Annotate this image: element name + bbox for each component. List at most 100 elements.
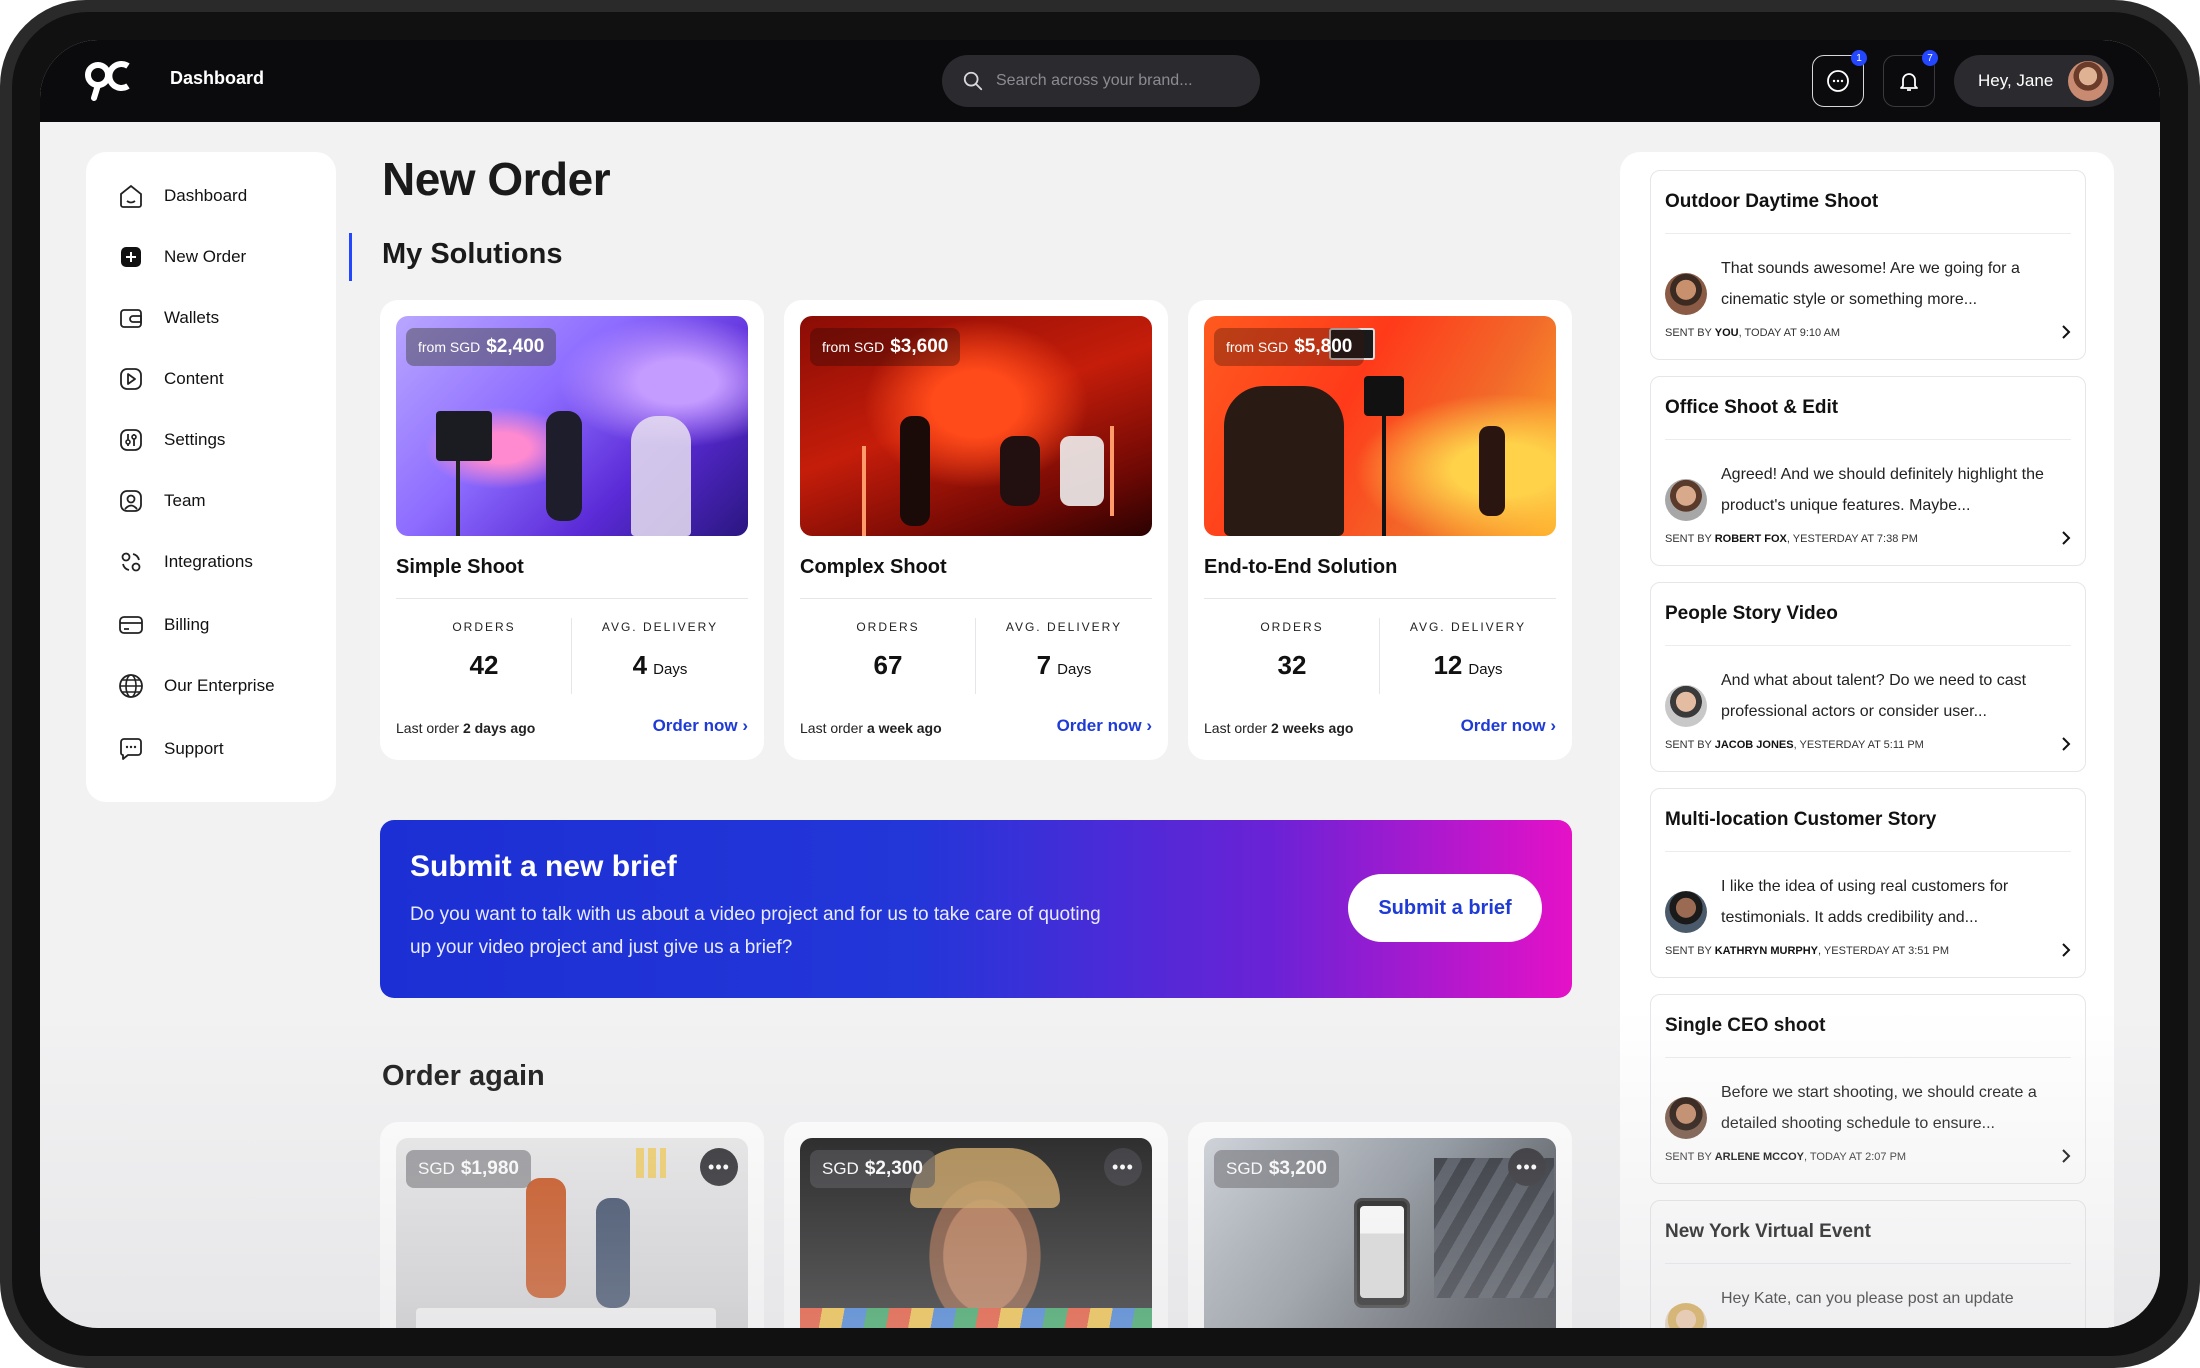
- sidebar-item-support[interactable]: Support: [116, 731, 326, 767]
- sidebar-item-new-order[interactable]: New Order: [116, 233, 352, 281]
- divider: [1204, 598, 1556, 599]
- delivery-stat: AVG. DELIVERY 4 Days: [572, 620, 748, 681]
- chat-icon: [1827, 70, 1849, 92]
- search-bar[interactable]: [942, 55, 1260, 107]
- message-thread[interactable]: Single CEO shoot Before we start shootin…: [1650, 994, 2086, 1184]
- price-tag: from SGD $3,600: [810, 328, 961, 366]
- avatar: [1665, 479, 1707, 521]
- price-value: $2,300: [864, 1158, 923, 1179]
- order-again-photo: SGD $3,200 •••: [1204, 1138, 1556, 1328]
- thread-preview: I like the idea of using real customers …: [1721, 878, 2009, 926]
- order-now-link[interactable]: Order now ›: [653, 716, 748, 736]
- message-thread[interactable]: New York Virtual Event Hey Kate, can you…: [1650, 1200, 2086, 1328]
- sidebar-item-label: Content: [164, 369, 224, 388]
- sidebar-item-team[interactable]: Team: [116, 483, 326, 519]
- order-now-link[interactable]: Order now ›: [1057, 716, 1152, 736]
- orders-label: ORDERS: [856, 620, 920, 634]
- top-bar: Dashboard 1 7 Hey, Jane: [40, 40, 2160, 122]
- message-thread[interactable]: People Story Video And what about talent…: [1650, 582, 2086, 772]
- order-again-photo: SGD $2,300 •••: [800, 1138, 1152, 1328]
- chevron-right-icon[interactable]: [2057, 323, 2075, 341]
- banner-title: Submit a new brief: [410, 850, 677, 883]
- banner-description: Do you want to talk with us about a vide…: [410, 904, 1101, 958]
- sent-time: , TODAY AT 9:10 AM: [1738, 327, 1841, 339]
- price-value: $3,600: [890, 336, 949, 357]
- sender-name: KATHRYN MURPHY: [1714, 945, 1819, 957]
- price-prefix: from SGD: [1226, 339, 1289, 355]
- solution-card-simple-shoot[interactable]: from SGD $2,400 Simple Shoot ORDERS 42 A…: [380, 300, 764, 760]
- order-again-card[interactable]: SGD $2,300 •••: [784, 1122, 1168, 1328]
- sent-time: , TODAY AT 2:07 PM: [1803, 1151, 1907, 1163]
- sidebar-item-content[interactable]: Content: [116, 361, 326, 397]
- avatar: [1665, 273, 1707, 315]
- delivery-unit: Days: [1468, 661, 1503, 678]
- submit-brief-button[interactable]: Submit a brief: [1348, 874, 1542, 942]
- last-order-value: a week ago: [866, 720, 942, 736]
- sidebar-item-billing[interactable]: Billing: [116, 607, 326, 643]
- search-input[interactable]: [996, 72, 1236, 90]
- solution-photo: from SGD $3,600: [800, 316, 1152, 536]
- sliders-icon: [120, 429, 142, 451]
- wallet-icon: [120, 309, 142, 328]
- notifications-button[interactable]: 7: [1883, 50, 1938, 107]
- solution-title: Complex Shoot: [800, 556, 947, 578]
- more-options-button[interactable]: •••: [1508, 1148, 1546, 1186]
- thread-meta: SENT BY JACOB JONES, YESTERDAY AT 5:11 P…: [1665, 739, 1924, 751]
- sender-name: ARLENE MCCOY: [1714, 1151, 1804, 1163]
- message-thread[interactable]: Multi-location Customer Story I like the…: [1650, 788, 2086, 978]
- last-order: Last order 2 weeks ago: [1204, 720, 1353, 736]
- bell-icon: [1900, 73, 1918, 91]
- price-value: $3,200: [1268, 1158, 1327, 1179]
- play-icon: [120, 368, 142, 390]
- price-prefix: from SGD: [418, 339, 481, 355]
- more-options-button[interactable]: •••: [700, 1148, 738, 1186]
- device-frame: Dashboard 1 7 Hey, Jane Dashboard: [0, 0, 2200, 1368]
- sidebar-item-wallets[interactable]: Wallets: [116, 300, 326, 336]
- sidebar-item-integrations[interactable]: Integrations: [116, 544, 326, 580]
- more-options-button[interactable]: •••: [1104, 1148, 1142, 1186]
- delivery-label: AVG. DELIVERY: [1409, 620, 1527, 634]
- solution-card-complex-shoot[interactable]: from SGD $3,600 Complex Shoot ORDERS 67 …: [784, 300, 1168, 760]
- last-order-prefix: Last order: [800, 720, 864, 736]
- sidebar-item-label: New Order: [164, 247, 247, 266]
- messages-panel: Outdoor Daytime Shoot That sounds awesom…: [1620, 152, 2114, 1328]
- order-again-card[interactable]: SGD $1,980 •••: [380, 1122, 764, 1328]
- solution-card-end-to-end[interactable]: from SGD $5,800 End-to-End Solution ORDE…: [1188, 300, 1572, 760]
- home-icon: [120, 184, 142, 208]
- sent-time: , YESTERDAY AT 5:11 PM: [1793, 739, 1924, 751]
- chevron-right-icon[interactable]: [2057, 941, 2075, 959]
- order-again-card[interactable]: SGD $3,200 •••: [1188, 1122, 1572, 1328]
- sidebar-item-label: Dashboard: [164, 186, 248, 205]
- thread-title: Multi-location Customer Story: [1665, 809, 1937, 830]
- divider: [1665, 1263, 2071, 1264]
- message-thread[interactable]: Outdoor Daytime Shoot That sounds awesom…: [1650, 170, 2086, 360]
- chevron-right-icon[interactable]: [2057, 529, 2075, 547]
- topbar-title[interactable]: Dashboard: [170, 68, 264, 89]
- sidebar: Dashboard New Order Wallets Content Sett…: [86, 152, 352, 802]
- sent-time: , YESTERDAY AT 7:38 PM: [1786, 533, 1918, 545]
- page-title: New Order: [382, 153, 611, 205]
- chevron-right-icon[interactable]: [2057, 735, 2075, 753]
- order-now-link[interactable]: Order now ›: [1461, 716, 1556, 736]
- chevron-right-icon[interactable]: [2057, 1147, 2075, 1165]
- submit-brief-banner: Submit a new brief Do you want to talk w…: [380, 820, 1572, 998]
- sidebar-item-our-enterprise[interactable]: Our Enterprise: [116, 668, 326, 704]
- credit-card-icon: [119, 616, 143, 634]
- divider: [1665, 1057, 2071, 1058]
- sidebar-item-dashboard[interactable]: Dashboard: [116, 178, 326, 214]
- sent-by-prefix: SENT BY: [1665, 945, 1712, 957]
- solution-photo: from SGD $2,400: [396, 316, 748, 536]
- notifications-badge: 7: [1922, 50, 1938, 66]
- brand-logo[interactable]: [84, 58, 136, 102]
- orders-stat: ORDERS 67: [800, 620, 976, 681]
- order-again-heading: Order again: [382, 1060, 545, 1092]
- order-now-label: Order now: [652, 716, 738, 735]
- sidebar-item-settings[interactable]: Settings: [116, 422, 326, 458]
- message-thread[interactable]: Office Shoot & Edit Agreed! And we shoul…: [1650, 376, 2086, 566]
- delivery-label: AVG. DELIVERY: [1005, 620, 1123, 634]
- sidebar-item-label: Our Enterprise: [164, 676, 275, 695]
- messages-button[interactable]: 1: [1812, 50, 1867, 107]
- thread-meta: SENT BY KATHRYN MURPHY, YESTERDAY AT 3:5…: [1665, 945, 1949, 957]
- delivery-unit: Days: [653, 661, 688, 678]
- user-menu[interactable]: Hey, Jane: [1954, 55, 2114, 107]
